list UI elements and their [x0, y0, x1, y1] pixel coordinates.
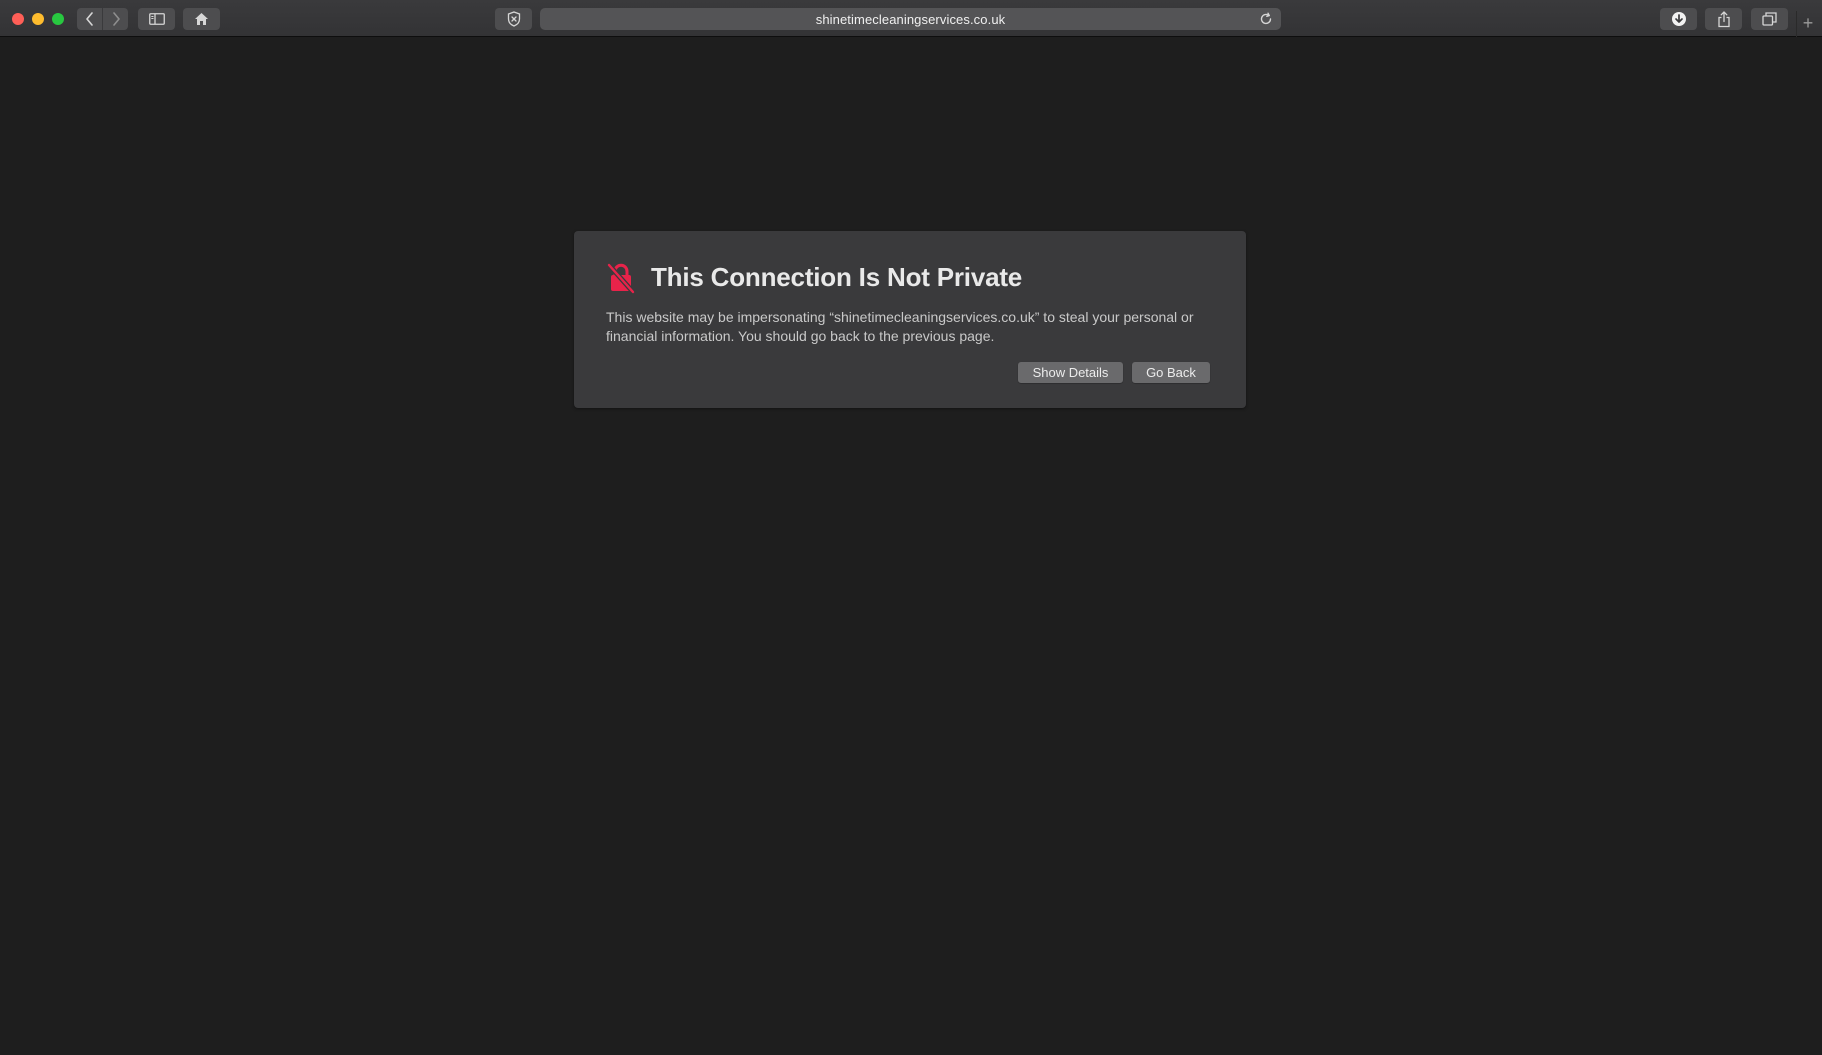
page-content: This Connection Is Not Private This webs… [0, 37, 1822, 1055]
address-url: shinetimecleaningservices.co.uk [815, 11, 1006, 27]
reload-icon[interactable] [1259, 12, 1273, 26]
share-icon [1717, 10, 1730, 27]
home-button[interactable] [183, 8, 220, 30]
share-button[interactable] [1705, 8, 1742, 30]
chevron-right-icon [112, 12, 120, 26]
chevron-left-icon [85, 12, 93, 26]
home-icon [195, 13, 208, 25]
address-bar[interactable]: shinetimecleaningservices.co.uk [540, 8, 1281, 30]
connection-warning-panel: This Connection Is Not Private This webs… [574, 231, 1246, 408]
sidebar-button[interactable] [138, 8, 175, 30]
warning-message: This website may be impersonating “shine… [606, 309, 1194, 344]
browser-window: shinetimecleaningservices.co.uk + This C… [0, 0, 1822, 1055]
zoom-window-button[interactable] [52, 13, 64, 25]
browser-toolbar: shinetimecleaningservices.co.uk + [0, 0, 1822, 37]
downloads-button[interactable] [1660, 8, 1697, 30]
privacy-report-button[interactable] [495, 8, 532, 30]
warning-title: This Connection Is Not Private [651, 262, 1023, 292]
go-back-button[interactable]: Go Back [1132, 362, 1210, 383]
download-icon [1671, 12, 1686, 26]
tab-bar-edge [1796, 11, 1797, 37]
shield-icon [507, 11, 520, 27]
navigation-buttons [77, 8, 128, 30]
minimize-window-button[interactable] [32, 13, 44, 25]
back-button[interactable] [77, 8, 102, 30]
show-details-button[interactable]: Show Details [1018, 362, 1123, 383]
lock-slash-icon [607, 263, 635, 294]
tabs-overview-icon [1762, 12, 1777, 26]
forward-button[interactable] [103, 8, 128, 30]
tab-overview-button[interactable] [1751, 8, 1788, 30]
close-window-button[interactable] [12, 13, 24, 25]
new-tab-button[interactable]: + [1799, 14, 1817, 32]
sidebar-icon [148, 13, 165, 25]
